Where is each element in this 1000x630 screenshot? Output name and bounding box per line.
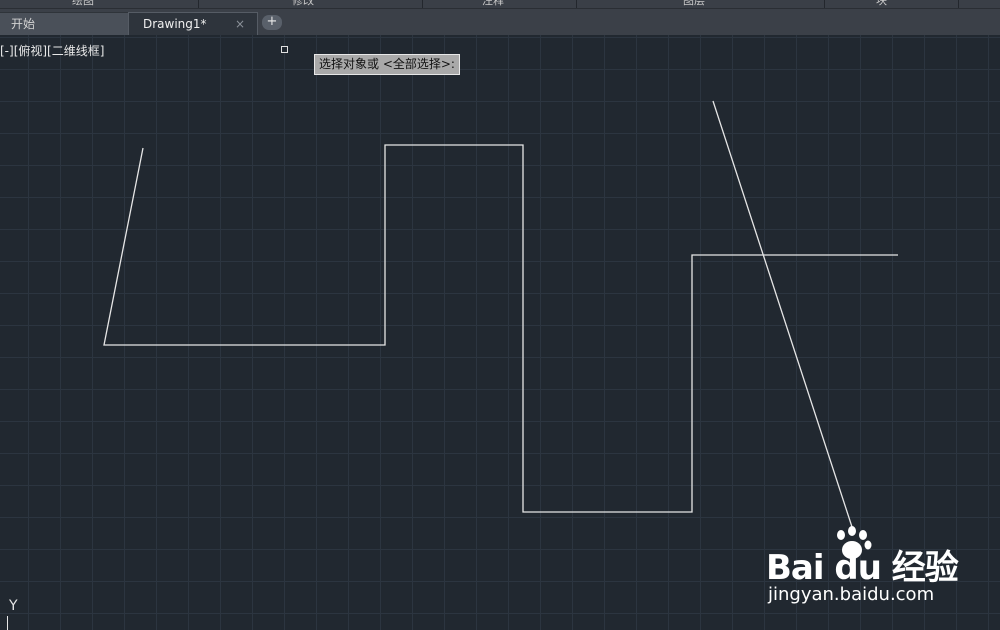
- ucs-icon: [7, 616, 8, 630]
- autocad-window: 绘图 修改 注释 图层 块 开始 Drawing1* × + [-][俯视][二…: [0, 0, 1000, 630]
- line-left-polyline[interactable]: [103, 144, 898, 513]
- watermark-url: jingyan.baidu.com: [768, 584, 935, 605]
- line-diagonal[interactable]: [712, 100, 854, 531]
- command-prompt-tooltip: 选择对象或 <全部选择>:: [314, 54, 460, 75]
- baidu-watermark: Bai du 经验 jingyan.baidu.com: [766, 526, 966, 616]
- ucs-y-label: Y: [9, 598, 18, 614]
- watermark-logo: Bai du 经验: [766, 548, 959, 588]
